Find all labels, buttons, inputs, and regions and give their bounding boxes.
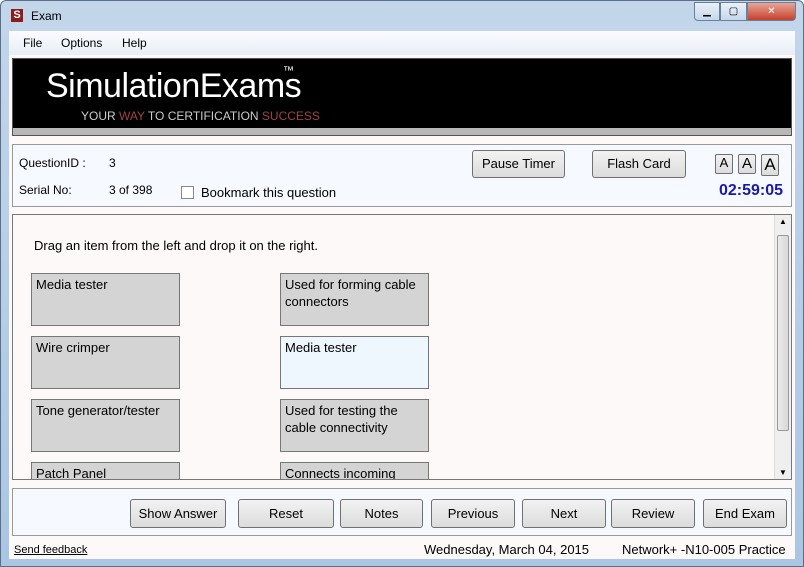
- reset-button[interactable]: Reset: [238, 499, 334, 528]
- close-button[interactable]: ✕: [747, 2, 796, 21]
- app-icon: S: [11, 9, 23, 22]
- drag-item[interactable]: Wire crimper: [31, 336, 180, 389]
- font-medium-button[interactable]: A: [738, 154, 756, 174]
- banner-strip: [13, 128, 791, 135]
- exam-window: S Exam ▁ ▢ ✕ File Options Help Simulatio…: [0, 0, 804, 567]
- exam-name: Network+ -N10-005 Practice: [622, 542, 786, 557]
- menu-file[interactable]: File: [23, 36, 42, 50]
- question-area: Drag an item from the left and drop it o…: [12, 214, 792, 480]
- instruction: Drag an item from the left and drop it o…: [34, 238, 318, 253]
- scroll-thumb[interactable]: [777, 235, 789, 431]
- show-answer-button[interactable]: Show Answer: [130, 499, 226, 528]
- bookmark-checkbox[interactable]: [181, 186, 194, 199]
- font-large-button[interactable]: A: [761, 154, 779, 176]
- serial-label: Serial No:: [19, 183, 72, 197]
- flash-card-button[interactable]: Flash Card: [592, 150, 686, 178]
- bookmark-label[interactable]: Bookmark this question: [201, 185, 336, 200]
- font-small-button[interactable]: A: [715, 154, 733, 174]
- drag-item[interactable]: Media tester: [31, 273, 180, 326]
- menu-options[interactable]: Options: [61, 36, 102, 50]
- end-exam-button[interactable]: End Exam: [703, 499, 787, 528]
- question-info-panel: QuestionID : 3 Serial No: 3 of 398 Bookm…: [12, 144, 792, 207]
- trademark: ™: [283, 65, 294, 77]
- minimize-button[interactable]: ▁: [694, 2, 720, 21]
- question-id-value: 3: [109, 156, 116, 170]
- drop-target[interactable]: Media tester: [280, 336, 429, 389]
- question-id-label: QuestionID :: [19, 156, 86, 170]
- review-button[interactable]: Review: [611, 499, 695, 528]
- banner: SimulationExams ™ YOUR WAY TO CERTIFICAT…: [12, 58, 792, 136]
- send-feedback-link[interactable]: Send feedback: [14, 544, 87, 556]
- logo: SimulationExams: [46, 67, 302, 105]
- drop-target[interactable]: Used for forming cable connectors: [280, 273, 429, 326]
- drop-target[interactable]: Connects incoming: [280, 462, 429, 479]
- window-title: Exam: [31, 9, 62, 23]
- timer: 02:59:05: [718, 182, 783, 199]
- maximize-button[interactable]: ▢: [720, 2, 747, 21]
- navigation-panel: Show Answer Reset Notes Previous Next Re…: [12, 488, 792, 536]
- scroll-up-icon[interactable]: ▲: [775, 217, 791, 226]
- date: Wednesday, March 04, 2015: [424, 542, 590, 557]
- drop-target[interactable]: Used for testing the cable connectivity: [280, 399, 429, 452]
- client-area: File Options Help SimulationExams ™ YOUR…: [9, 31, 795, 559]
- menu-help[interactable]: Help: [122, 36, 147, 50]
- menu-bar: File Options Help: [9, 31, 795, 55]
- notes-button[interactable]: Notes: [340, 499, 423, 528]
- vertical-scrollbar[interactable]: ▲ ▼: [774, 215, 791, 479]
- previous-button[interactable]: Previous: [431, 499, 515, 528]
- tagline: YOUR WAY TO CERTIFICATION SUCCESS: [81, 109, 320, 123]
- serial-value: 3 of 398: [109, 183, 153, 197]
- status-bar: Send feedback Wednesday, March 04, 2015 …: [9, 540, 795, 560]
- drag-item[interactable]: Tone generator/tester: [31, 399, 180, 452]
- scroll-down-icon[interactable]: ▼: [775, 468, 791, 477]
- title-bar: S Exam ▁ ▢ ✕: [1, 1, 803, 31]
- pause-timer-button[interactable]: Pause Timer: [472, 150, 565, 178]
- next-button[interactable]: Next: [522, 499, 606, 528]
- drag-item[interactable]: Patch Panel: [31, 462, 180, 479]
